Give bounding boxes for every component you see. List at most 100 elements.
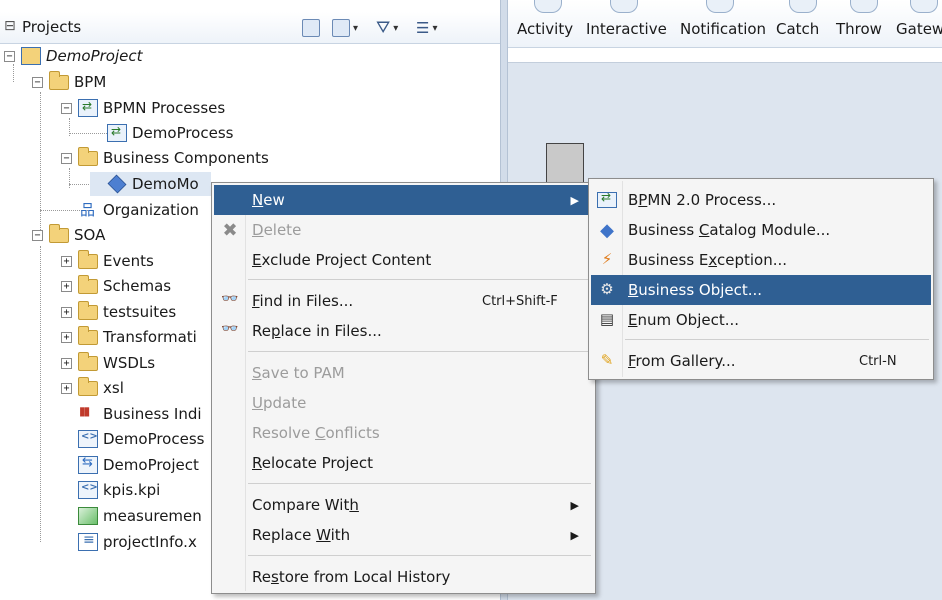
palette-notification[interactable]: Notification — [680, 0, 766, 38]
tree-node-demoproject-composite[interactable]: DemoProject — [61, 453, 199, 477]
tree-node-bpmn-processes[interactable]: − BPMN Processes — [61, 96, 225, 120]
folder-icon — [78, 376, 98, 396]
view-options-icon[interactable]: ☰ ▾ — [416, 18, 437, 38]
submenu-item-bpmn-process[interactable]: BPMN 2.0 Process... — [591, 185, 931, 215]
find-icon[interactable] — [302, 18, 320, 38]
menu-label: Enum Object... — [628, 311, 740, 329]
menu-label: Replace With — [252, 526, 351, 544]
tree-node-demomodule[interactable]: DemoMo — [90, 172, 211, 196]
tree-node-demoproject[interactable]: − DemoProject — [4, 44, 142, 68]
binoculars-icon: 👓 — [221, 291, 239, 307]
menu-label: Relocate Project — [252, 454, 373, 472]
submenu-arrow-icon: ▶ — [570, 528, 579, 542]
menu-item-relocate-project[interactable]: Relocate Project — [214, 448, 593, 478]
menu-label: Resolve Conflicts — [252, 424, 380, 442]
tree-node-wsdls[interactable]: + WSDLs — [61, 351, 155, 375]
expand-toggle[interactable]: + — [61, 306, 72, 318]
xml-file-icon — [78, 430, 98, 448]
project-icon — [21, 47, 41, 65]
filter-icon[interactable]: ⛛ ▾ — [376, 18, 398, 38]
tree-node-schemas[interactable]: + Schemas — [61, 274, 171, 298]
submenu-item-business-object[interactable]: ⚙ Business Object... — [591, 275, 931, 305]
collapse-pane-icon[interactable]: ⊟ — [4, 18, 16, 34]
submenu-item-business-catalog-module[interactable]: ◆ Business Catalog Module... — [591, 215, 931, 245]
tree-node-label: projectInfo.x — [103, 533, 197, 551]
component-palette: Activity Interactive Notification Catch … — [508, 0, 942, 48]
binoculars-icon: 👓 — [221, 321, 239, 337]
projects-title: Projects — [22, 18, 82, 36]
menu-item-update[interactable]: Update — [214, 388, 593, 418]
tree-node-projectinfo[interactable]: projectInfo.x — [61, 530, 197, 554]
tree-node-soa[interactable]: − SOA — [32, 223, 105, 247]
menu-item-save-to-pam[interactable]: Save to PAM — [214, 358, 593, 388]
components-folder-icon — [78, 146, 98, 166]
tree-node-transformations[interactable]: + Transformati — [61, 325, 197, 349]
chart-icon — [78, 507, 98, 525]
palette-catch[interactable]: Catch — [776, 0, 819, 38]
expand-toggle[interactable]: + — [61, 357, 72, 369]
menu-item-exclude-project-content[interactable]: Exclude Project Content — [214, 245, 593, 275]
menu-item-new[interactable]: New ▶ — [214, 185, 593, 215]
menu-label: From Gallery... — [628, 352, 736, 370]
tree-node-testsuites[interactable]: + testsuites — [61, 300, 176, 324]
tree-node-measurements[interactable]: measuremen — [61, 504, 202, 528]
collapse-toggle[interactable]: − — [4, 50, 15, 62]
menu-item-compare-with[interactable]: Compare With ▶ — [214, 490, 593, 520]
menu-item-replace-in-files[interactable]: 👓 Replace in Files... — [214, 316, 593, 346]
menu-label: BPMN 2.0 Process... — [628, 191, 777, 209]
menu-label: New — [252, 191, 285, 209]
collapse-toggle[interactable]: − — [61, 152, 72, 164]
expand-toggle[interactable]: + — [61, 331, 72, 343]
menu-label: Exclude Project Content — [252, 251, 432, 269]
menu-label: Replace in Files... — [252, 322, 382, 340]
collapse-toggle[interactable]: − — [61, 102, 72, 114]
menu-item-delete[interactable]: ✖ Delete — [214, 215, 593, 245]
tree-node-label: BPM — [74, 73, 107, 91]
menu-item-find-in-files[interactable]: 👓 Find in Files... Ctrl+Shift-F — [214, 286, 593, 316]
tree-node-demoprocess-file[interactable]: DemoProcess — [61, 427, 204, 451]
tree-node-demoprocess[interactable]: DemoProcess — [90, 121, 233, 145]
palette-gateway[interactable]: Gatew — [896, 0, 942, 38]
expand-toggle[interactable]: + — [61, 280, 72, 292]
menu-item-resolve-conflicts[interactable]: Resolve Conflicts — [214, 418, 593, 448]
collapse-toggle[interactable]: − — [32, 76, 43, 88]
menu-item-restore-local-history[interactable]: Restore from Local History — [214, 562, 593, 592]
menu-label: Delete — [252, 221, 302, 239]
tree-node-label: Schemas — [103, 277, 172, 295]
tree-node-business-indicators[interactable]: Business Indi — [61, 402, 202, 426]
tree-node-organization[interactable]: Organization — [61, 198, 199, 222]
menu-item-replace-with[interactable]: Replace With ▶ — [214, 520, 593, 550]
menu-separator — [248, 351, 591, 352]
tree-node-label: DemoProcess — [103, 430, 205, 448]
tree-node-events[interactable]: + Events — [61, 249, 154, 273]
tree-node-bpm[interactable]: − BPM — [32, 70, 106, 94]
menu-separator — [248, 555, 591, 556]
palette-activity[interactable]: Activity — [517, 0, 573, 38]
submenu-item-from-gallery[interactable]: ✎ From Gallery... Ctrl-N — [591, 346, 931, 376]
tree-node-kpis[interactable]: kpis.kpi — [61, 478, 160, 502]
submenu-item-business-exception[interactable]: ⚡ Business Exception... — [591, 245, 931, 275]
exception-icon: ⚡ — [601, 250, 613, 268]
expand-toggle[interactable]: + — [61, 382, 72, 394]
tree-node-label: DemoMo — [132, 175, 199, 193]
composite-icon — [78, 455, 98, 474]
submenu-arrow-icon: ▶ — [570, 498, 579, 512]
shortcut-label: Ctrl+Shift-F — [482, 293, 558, 309]
tree-node-xsl[interactable]: + xsl — [61, 376, 124, 400]
expand-toggle[interactable]: + — [61, 255, 72, 267]
tree-node-label: BPMN Processes — [103, 99, 226, 117]
submenu-item-enum-object[interactable]: ▤ Enum Object... — [591, 305, 931, 335]
bpmn-process-icon — [597, 190, 617, 208]
delete-x-icon: ✖ — [222, 220, 238, 241]
sync-icon[interactable]: ▾ — [332, 18, 358, 38]
document-icon — [78, 532, 98, 551]
tree-node-business-components[interactable]: − Business Components — [61, 146, 269, 170]
palette-throw[interactable]: Throw — [836, 0, 882, 38]
menu-label: Business Exception... — [628, 251, 788, 269]
context-menu: New ▶ ✖ Delete Exclude Project Content 👓… — [211, 182, 596, 594]
catalog-module-icon: ◆ — [600, 220, 614, 241]
palette-interactive[interactable]: Interactive — [586, 0, 667, 38]
menu-label: Business Object... — [628, 281, 763, 299]
tree-node-label: Events — [103, 252, 154, 270]
collapse-toggle[interactable]: − — [32, 229, 43, 241]
